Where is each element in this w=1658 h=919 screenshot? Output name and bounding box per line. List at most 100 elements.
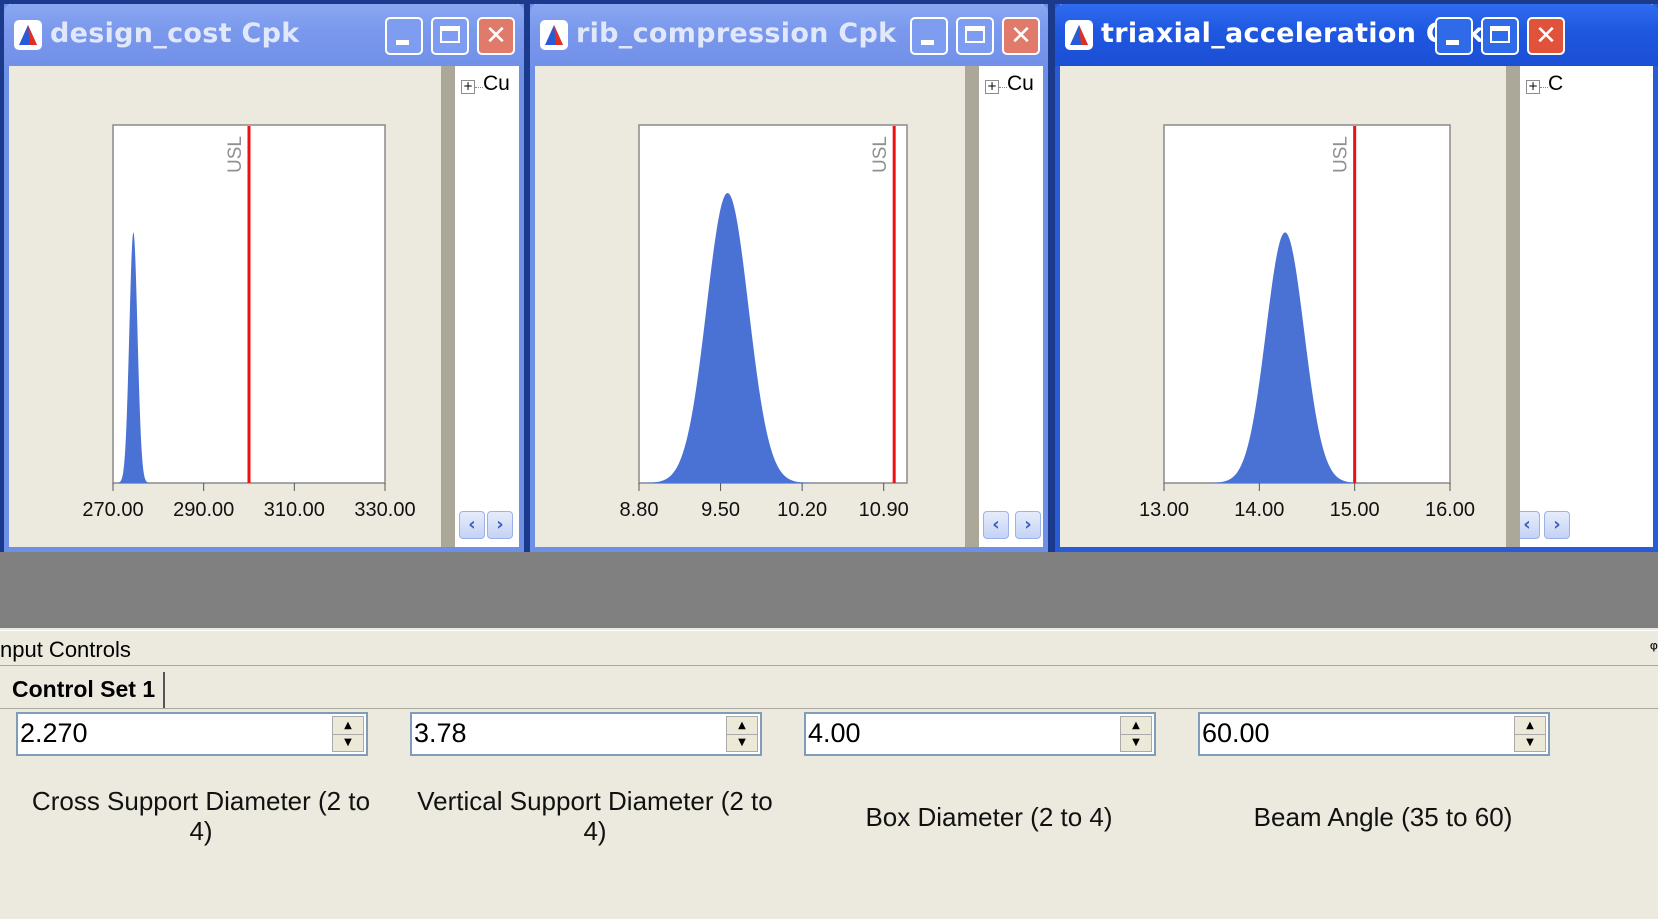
panel-header: nput Controls ᵠ: [0, 630, 1658, 666]
tab-row: Control Set 1: [0, 668, 1658, 709]
usl-label: USL: [870, 136, 891, 173]
close-button[interactable]: ✕: [1527, 17, 1565, 55]
x-tick-label: 310.00: [264, 499, 325, 521]
cpk-chart: USL 13.00 14.00 15.00 16.00: [1139, 124, 1475, 521]
maximize-button[interactable]: [431, 17, 469, 55]
window-title: design_cost Cpk: [50, 18, 300, 49]
x-tick-label: 13.00: [1139, 499, 1189, 521]
x-tick-label: 16.00: [1425, 499, 1475, 521]
beam-angle-stepper[interactable]: 60.00 ▲ ▼: [1198, 712, 1550, 756]
expand-icon[interactable]: +: [461, 80, 475, 94]
control-label-line1: Cross Support Diameter (2 to: [31, 786, 371, 816]
tree-item-label[interactable]: Cu: [1007, 72, 1034, 96]
spin-up-icon[interactable]: ▲: [1515, 717, 1545, 735]
window-titlebar[interactable]: rib_compression Cpk ✕: [530, 4, 1048, 66]
window-rib-compression[interactable]: rib_compression Cpk ✕ USL 8.80 9.50 10.20 10…: [530, 4, 1048, 552]
close-button[interactable]: ✕: [477, 17, 515, 55]
app-logo-icon: [1065, 20, 1093, 50]
stepper-value[interactable]: 60.00: [1202, 718, 1270, 749]
spin-down-icon[interactable]: ▼: [1121, 734, 1151, 751]
maximize-button[interactable]: [956, 17, 994, 55]
x-tick-label: 270.00: [82, 499, 143, 521]
scroll-right-button[interactable]: ›: [487, 511, 513, 539]
tree-connector: [1540, 87, 1548, 88]
minimize-button[interactable]: [910, 17, 948, 55]
control-label-line1: Beam Angle (35 to 60): [1253, 802, 1513, 832]
spin-down-icon[interactable]: ▼: [727, 734, 757, 751]
tab-control-set-1[interactable]: Control Set 1: [4, 672, 166, 708]
x-tick-label: 330.00: [354, 499, 415, 521]
maximize-button[interactable]: [1481, 17, 1519, 55]
spin-buttons[interactable]: ▲ ▼: [1120, 716, 1152, 752]
spin-buttons[interactable]: ▲ ▼: [1514, 716, 1546, 752]
tree-pane: + Cu ‹ ›: [979, 66, 1043, 547]
minimize-button[interactable]: [385, 17, 423, 55]
scroll-left-button[interactable]: ‹: [459, 511, 485, 539]
control-beam-angle: 60.00 ▲ ▼ Beam Angle (35 to 60): [1198, 708, 1580, 888]
stepper-value[interactable]: 3.78: [414, 718, 467, 749]
x-tick-label: 14.00: [1234, 499, 1284, 521]
spin-down-icon[interactable]: ▼: [333, 734, 363, 751]
plot-area: [638, 124, 908, 484]
expand-icon[interactable]: +: [1526, 80, 1540, 94]
mdi-background: [0, 552, 1658, 628]
window-titlebar[interactable]: design_cost Cpk ✕: [4, 4, 524, 66]
x-tick-label: 8.80: [620, 499, 659, 521]
stepper-value[interactable]: 4.00: [808, 718, 861, 749]
window-titlebar[interactable]: triaxial_acceleration Cpk ✕: [1055, 4, 1658, 66]
cross-support-diameter-stepper[interactable]: 2.270 ▲ ▼: [16, 712, 368, 756]
chart-area: USL 270.00 290.00 310.00 330.00: [9, 66, 441, 547]
expand-icon[interactable]: +: [985, 80, 999, 94]
control-label: Beam Angle (35 to 60): [1198, 802, 1568, 832]
tree-item-label[interactable]: Cu: [483, 72, 510, 96]
spin-up-icon[interactable]: ▲: [333, 717, 363, 735]
scroll-right-button[interactable]: ›: [1015, 511, 1041, 539]
tree-connector: [999, 87, 1007, 88]
x-tick-label: 10.20: [777, 499, 827, 521]
spin-buttons[interactable]: ▲ ▼: [332, 716, 364, 752]
minimize-button[interactable]: [1435, 17, 1473, 55]
tree-pane: + C ‹ ›: [1520, 66, 1653, 547]
app-logo-icon: [540, 20, 568, 50]
panel-title: nput Controls: [0, 637, 131, 662]
window-design-cost[interactable]: design_cost Cpk ✕ USL 270.00 290.00 310.00 3…: [4, 4, 524, 552]
control-label-line1: Vertical Support Diameter (2 to: [417, 786, 773, 816]
usl-label: USL: [1331, 136, 1352, 173]
scroll-right-button[interactable]: ›: [1544, 511, 1570, 539]
usl-label: USL: [225, 136, 246, 173]
control-cross-support-diameter: 2.270 ▲ ▼ Cross Support Diameter (2 to 4): [16, 708, 398, 888]
spin-buttons[interactable]: ▲ ▼: [726, 716, 758, 752]
input-controls-panel: nput Controls ᵠ Control Set 1 2.270 ▲ ▼ C…: [0, 628, 1658, 919]
control-vertical-support-diameter: 3.78 ▲ ▼ Vertical Support Diameter (2 to …: [410, 708, 792, 888]
cpk-chart: USL 270.00 290.00 310.00 330.00: [82, 124, 416, 521]
tree-pane: + Cu ‹ ›: [455, 66, 519, 547]
control-label-line2: 4): [583, 816, 607, 846]
pin-icon[interactable]: ᵠ: [1650, 637, 1658, 661]
tree-connector: [475, 87, 483, 88]
window-title: triaxial_acceleration Cpk: [1101, 18, 1484, 49]
stepper-value[interactable]: 2.270: [20, 718, 88, 749]
x-tick-label: 290.00: [173, 499, 234, 521]
x-tick-label: 9.50: [701, 499, 740, 521]
splitter[interactable]: [965, 66, 979, 547]
box-diameter-stepper[interactable]: 4.00 ▲ ▼: [804, 712, 1156, 756]
splitter[interactable]: [1506, 66, 1520, 547]
spin-up-icon[interactable]: ▲: [727, 717, 757, 735]
control-label: Vertical Support Diameter (2 to 4): [410, 786, 780, 846]
x-tick-label: 10.90: [859, 499, 909, 521]
control-label: Box Diameter (2 to 4): [804, 802, 1174, 832]
x-tick-label: 15.00: [1330, 499, 1380, 521]
window-triaxial-acceleration[interactable]: triaxial_acceleration Cpk ✕ USL 13.00 14.0…: [1055, 4, 1658, 552]
control-label-line2: 4): [189, 816, 213, 846]
tree-item-label[interactable]: C: [1548, 72, 1563, 96]
spin-down-icon[interactable]: ▼: [1515, 734, 1545, 751]
window-title: rib_compression Cpk: [576, 18, 897, 49]
control-label-line1: Box Diameter (2 to 4): [865, 802, 1113, 832]
scroll-left-button[interactable]: ‹: [983, 511, 1009, 539]
scroll-left-button[interactable]: ‹: [1520, 511, 1540, 539]
app-logo-icon: [14, 20, 42, 50]
close-button[interactable]: ✕: [1002, 17, 1040, 55]
spin-up-icon[interactable]: ▲: [1121, 717, 1151, 735]
splitter[interactable]: [441, 66, 455, 547]
vertical-support-diameter-stepper[interactable]: 3.78 ▲ ▼: [410, 712, 762, 756]
